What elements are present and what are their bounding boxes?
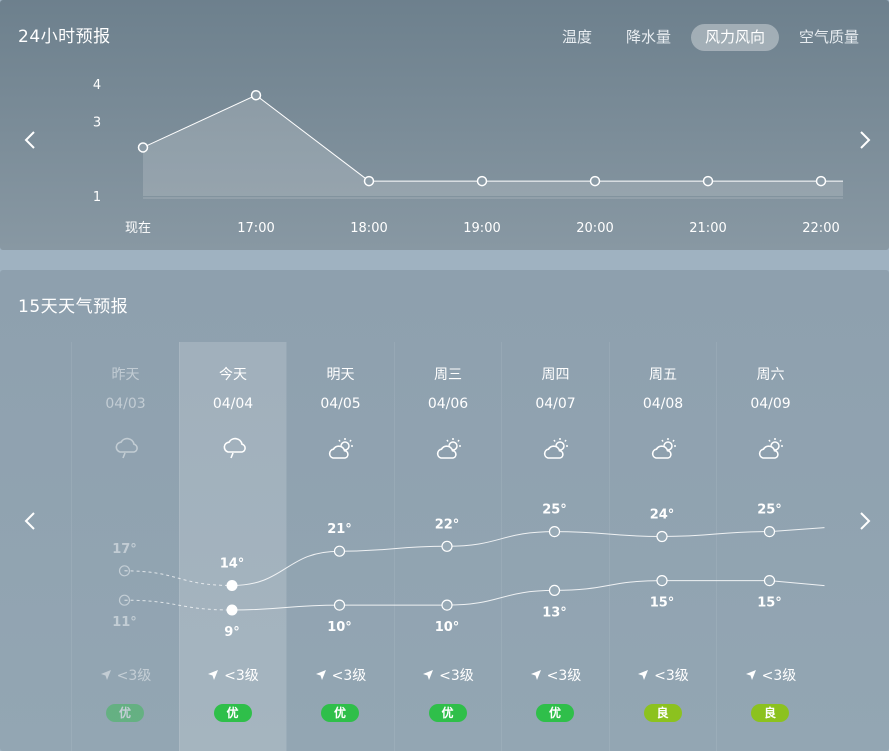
low-temp-label: 15° (757, 596, 782, 611)
high-temp-point (226, 580, 238, 591)
low-temp-point (763, 574, 776, 587)
low-temp-point (656, 574, 668, 587)
high-temp-point (656, 530, 668, 543)
high-temp-label: 25° (757, 503, 782, 518)
high-temp-point (548, 525, 561, 538)
high-temp-label: 25° (542, 503, 567, 518)
high-temp-line (231, 527, 825, 586)
high-temp-label: 22° (435, 517, 460, 532)
high-temp-label: 24° (650, 508, 675, 523)
low-temp-line (231, 580, 825, 611)
low-temp-label: 13° (542, 605, 567, 620)
daily-temperature-chart: 17° 11° 14° 9° 21° 10° 22° 10° 25° 13° 24° 15° 25° 15… (112, 503, 825, 640)
high-temp-point (333, 545, 346, 557)
high-temp-label: 14° (220, 557, 245, 572)
low-temp-label: 9° (224, 625, 240, 640)
high-temp-point (763, 525, 776, 538)
low-temp-label: 10° (327, 620, 352, 635)
high-temp-label: 21° (327, 522, 352, 537)
high-temp-label: 17° (112, 542, 137, 557)
low-temp-past-line (124, 599, 233, 611)
low-temp-point (333, 599, 346, 611)
low-temp-label: 15° (650, 596, 675, 611)
low-temp-label: 10° (435, 620, 460, 635)
high-temp-point (441, 540, 453, 552)
low-temp-point (226, 604, 238, 616)
high-temp-past-line (124, 570, 233, 586)
low-temp-point (441, 599, 453, 611)
low-temp-label: 11° (112, 615, 137, 630)
low-temp-point (548, 584, 561, 597)
